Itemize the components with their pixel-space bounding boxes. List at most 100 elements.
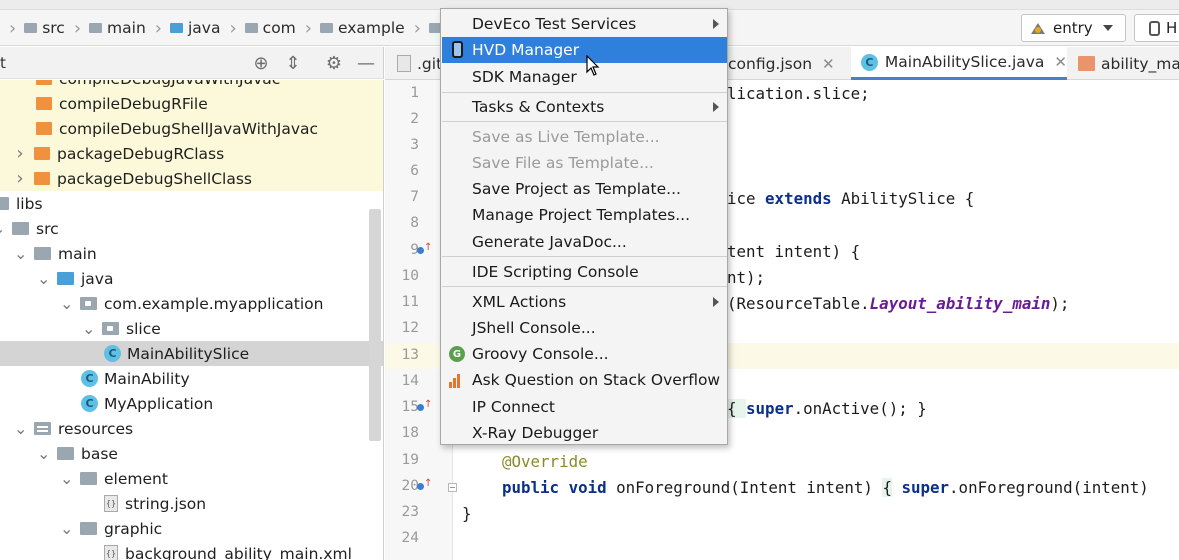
override-marker-icon[interactable]: ↑ [417, 399, 432, 414]
tree-item[interactable]: ⌄ element [0, 466, 383, 491]
menu-item-save-project-as-template[interactable]: Save Project as Template... [442, 176, 727, 202]
tree-item[interactable]: C MyApplication [0, 391, 383, 416]
tree-item[interactable]: C MainAbilitySlice [0, 341, 383, 366]
line-number: 2 [410, 111, 419, 127]
hide-panel-icon[interactable]: — [355, 52, 377, 74]
tree-item[interactable]: ⌄ main [0, 241, 383, 266]
override-marker-icon[interactable]: ↑ [417, 242, 432, 257]
breadcrumb-item[interactable]: › main [65, 18, 146, 39]
fold-icon[interactable] [448, 483, 457, 492]
chevron-down-icon[interactable]: ⌄ [0, 219, 5, 238]
java-class-icon: C [81, 395, 98, 412]
breadcrumb-item[interactable]: › java [146, 18, 221, 39]
java-class-icon: C [104, 345, 121, 362]
project-tree: compileDebugJavaWithJavac compileDebugRFi… [0, 80, 384, 560]
breadcrumb-item[interactable]: › src [0, 18, 65, 39]
tree-item[interactable]: {} string.json [0, 491, 383, 516]
chevron-right-icon: › [413, 17, 421, 39]
menu-item-ip-connect[interactable]: IP Connect [442, 394, 727, 420]
close-icon[interactable]: ✕ [1054, 53, 1067, 71]
line-number: 24 [401, 530, 419, 546]
folder-orange-icon [36, 97, 52, 110]
menu-separator [442, 256, 727, 257]
folder-orange-icon [36, 80, 52, 85]
folder-grey-icon [0, 197, 9, 210]
menu-item-manage-project-templates[interactable]: Manage Project Templates... [442, 202, 727, 228]
chevron-right-icon: › [304, 17, 312, 39]
tree-item-label: compileDebugJavaWithJavac [59, 80, 280, 88]
tree-item-label: packageDebugShellClass [57, 169, 252, 188]
tree-item[interactable]: compileDebugRFile [0, 91, 383, 116]
menu-item-save-as-live-template: Save as Live Template... [472, 128, 660, 146]
folder-grey-icon [57, 447, 74, 460]
line-number: 15 [401, 399, 419, 415]
run-configuration-select[interactable]: entry [1021, 14, 1126, 42]
menu-item-generate-javadoc[interactable]: Generate JavaDoc... [442, 229, 727, 255]
chevron-right-icon: › [9, 17, 17, 39]
menu-item-xray-debugger[interactable]: X-Ray Debugger [442, 420, 727, 446]
chevron-right-icon[interactable]: › [14, 168, 26, 189]
tree-item[interactable]: ⌄ src [0, 216, 375, 241]
tree-item[interactable]: ⌄ base [0, 441, 383, 466]
chevron-down-icon[interactable]: ⌄ [60, 469, 73, 488]
close-icon[interactable]: ✕ [822, 55, 835, 73]
chevron-down-icon[interactable]: ⌄ [37, 269, 50, 288]
json-file-icon: {} [104, 495, 118, 512]
tree-item-label: com.example.myapplication [104, 294, 324, 313]
tree-item[interactable]: compileDebugJavaWithJavac [0, 80, 383, 91]
tab-mainabilityslice-java[interactable]: C MainAbilitySlice.java ✕ [851, 47, 1067, 80]
tree-item[interactable]: {} background_ability_main.xml [0, 541, 383, 560]
gear-icon[interactable]: ⚙ [323, 52, 345, 74]
collapse-all-icon[interactable]: ⇕ [282, 52, 304, 74]
tree-item[interactable]: ⌄ graphic [0, 516, 383, 541]
menu-item-tasks-contexts[interactable]: Tasks & Contexts [442, 94, 727, 120]
tree-item[interactable]: ⌄ resources [0, 416, 383, 441]
tree-item[interactable]: › packageDebugRClass [0, 141, 383, 166]
tree-item[interactable]: ⌄ java [0, 266, 383, 291]
menu-item-ask-stack-overflow[interactable]: Ask Question on Stack Overflow [442, 367, 727, 393]
chevron-down-icon[interactable]: ⌄ [60, 294, 73, 313]
menu-item-xml-actions[interactable]: XML Actions [442, 289, 727, 315]
locate-icon[interactable]: ⊕ [250, 52, 272, 74]
chevron-down-icon [1102, 25, 1113, 31]
module-icon [1031, 22, 1045, 34]
resources-folder-icon [34, 422, 51, 435]
chevron-right-icon[interactable]: › [14, 143, 26, 164]
tab-ability-main-xml[interactable]: ability_mai [1078, 47, 1179, 80]
tree-item[interactable]: › packageDebugShellClass [0, 166, 383, 191]
chevron-down-icon[interactable]: ⌄ [82, 319, 95, 338]
line-number: 6 [410, 163, 419, 179]
tree-item[interactable]: compileDebugShellJavaWithJavac [0, 116, 383, 141]
override-marker-icon[interactable]: ↑ [417, 478, 432, 493]
chevron-down-icon[interactable]: ⌄ [14, 419, 27, 438]
tab-config-json[interactable]: config.json ✕ [728, 47, 848, 80]
menu-item-deveco-test-services[interactable]: DevEco Test Services [442, 11, 727, 37]
menu-item-ide-scripting-console[interactable]: IDE Scripting Console [442, 259, 727, 285]
menu-item-hvd-manager[interactable]: HVD Manager [442, 37, 727, 63]
chevron-right-icon: › [229, 17, 237, 39]
menu-item-sdk-manager[interactable]: SDK Manager [442, 64, 727, 90]
tree-item-label: string.json [125, 494, 207, 513]
tree-item-label: main [58, 244, 97, 263]
device-select[interactable]: H [1134, 14, 1179, 42]
tree-item[interactable]: libs [0, 191, 375, 216]
tree-item-label: compileDebugRFile [59, 94, 208, 113]
breadcrumb-item[interactable]: › example [296, 18, 405, 39]
tree-item-label: src [36, 219, 59, 238]
chevron-down-icon[interactable]: ⌄ [14, 244, 27, 263]
chevron-right-icon: › [73, 17, 82, 39]
groovy-icon: G [449, 346, 465, 362]
tree-item[interactable]: C MainAbility [0, 366, 383, 391]
project-panel-header: t ⊕ ⇕ ⚙ — [0, 47, 384, 79]
line-number: 19 [401, 452, 419, 468]
menu-item-jshell-console[interactable]: JShell Console... [442, 315, 727, 341]
chevron-right-icon: › [154, 17, 162, 39]
breadcrumb-item[interactable]: › com [220, 18, 295, 39]
tree-item[interactable]: ⌄ slice [0, 316, 383, 341]
chevron-down-icon[interactable]: ⌄ [60, 519, 73, 538]
submenu-arrow-icon [713, 19, 719, 29]
menu-item-groovy-console[interactable]: G Groovy Console... [442, 341, 727, 367]
tree-item[interactable]: ⌄ com.example.myapplication [0, 291, 383, 316]
chevron-down-icon[interactable]: ⌄ [37, 444, 50, 463]
tree-scrollbar[interactable] [369, 209, 381, 441]
